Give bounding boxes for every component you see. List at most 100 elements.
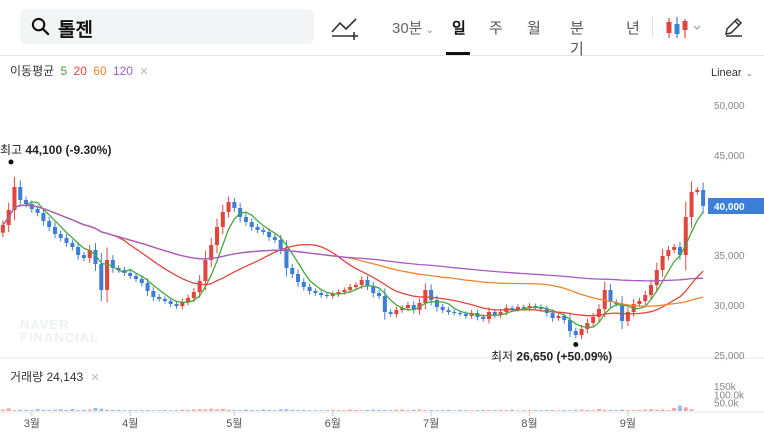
volume-bar [168,410,173,411]
volume-bar [591,410,596,411]
candle [64,234,69,247]
volume-bar [481,410,486,411]
price-tick-label: 35,000 [714,251,745,262]
volume-bar [52,409,58,411]
candle-body [324,295,329,296]
volume-bar [70,409,75,411]
candle [52,222,58,239]
candle-body [243,217,248,222]
stock-chart[interactable]: 50,000 45,000 35,000 30,000 25,000 40,000 150… [0,0,764,433]
volume-bar [683,407,688,411]
volume-bar [284,409,289,411]
candle-body [52,227,58,234]
candle [18,180,23,207]
candle-body [162,299,167,301]
volume-close-icon[interactable]: ✕ [91,372,100,384]
candle [128,269,133,280]
volume-bar [255,410,260,411]
high-marker [8,159,14,165]
candle [272,233,277,244]
volume-bar [371,409,376,411]
candle [440,303,445,314]
volume-bar [475,410,480,411]
volume-bar [660,409,665,411]
volume-bar [544,410,549,411]
volume-bar [440,410,445,411]
volume-bar [24,410,29,411]
candle [157,294,162,302]
volume-bar [458,410,463,411]
low-marker [573,342,579,347]
volume-bar [405,410,411,411]
volume-bar [278,409,283,411]
volume-bar [220,409,225,411]
volume-bar [631,410,636,411]
candle-body [452,312,457,313]
volume-bar [186,410,191,411]
price-tick-label: 45,000 [714,151,745,162]
volume-bar [486,410,492,411]
candle-body [139,279,144,283]
volume-bar [637,409,642,411]
candle [620,296,625,329]
volume-bar [18,409,23,411]
candle-body [47,221,52,227]
candle-body [458,313,463,314]
volume-bar [620,409,625,411]
candle-body [290,268,295,274]
volume-value: 24,143 [46,370,84,384]
candle [47,216,52,232]
candle-body [643,295,648,301]
candle [313,288,318,296]
candle [110,255,115,273]
candle [301,278,306,291]
volume-bar [232,410,237,411]
volume-bar [625,410,630,411]
candle-body [672,247,677,250]
month-label: 5월 [226,417,242,430]
candle-body [666,250,671,256]
candle-body [232,202,237,208]
candle [695,187,700,195]
candle-body [689,192,694,217]
candle-body [567,320,573,331]
candle [232,197,237,213]
volume-bar [145,410,150,411]
candle [226,196,231,218]
volume-bar [313,410,318,411]
volume-bar [342,410,347,411]
candle-body [550,313,555,318]
volume-bar [504,410,509,411]
volume-bar [348,409,353,411]
volume-bar [550,410,555,411]
candle [683,201,688,271]
candle-body [220,212,225,227]
volume-bar [139,410,144,411]
volume-bar [267,410,272,411]
volume-bar [562,410,567,411]
volume-bar [330,409,335,411]
volume-bar [579,409,584,411]
volume-bar [0,409,5,411]
candle-body [313,291,318,293]
volume-bar [567,410,573,411]
moving-average-lines [2,201,704,329]
current-price-label: 40,000 [714,202,745,213]
candle-body [429,290,434,300]
volume-bar [174,410,179,411]
candle [377,289,382,300]
volume-bar [12,410,17,411]
candle [220,204,225,235]
candle [446,307,451,315]
volume-bar [359,410,364,411]
price-tick-label: 25,000 [714,351,745,362]
candle-body [41,213,46,221]
candle-body [307,287,312,291]
candle-body [18,187,23,200]
low-annotation: 최저 26,650 (+50.09%) [491,350,612,364]
volume-bar [197,409,202,411]
candle-body [440,307,445,310]
volume-bar [672,408,677,411]
candle [12,176,17,221]
volume-bar [87,409,92,411]
